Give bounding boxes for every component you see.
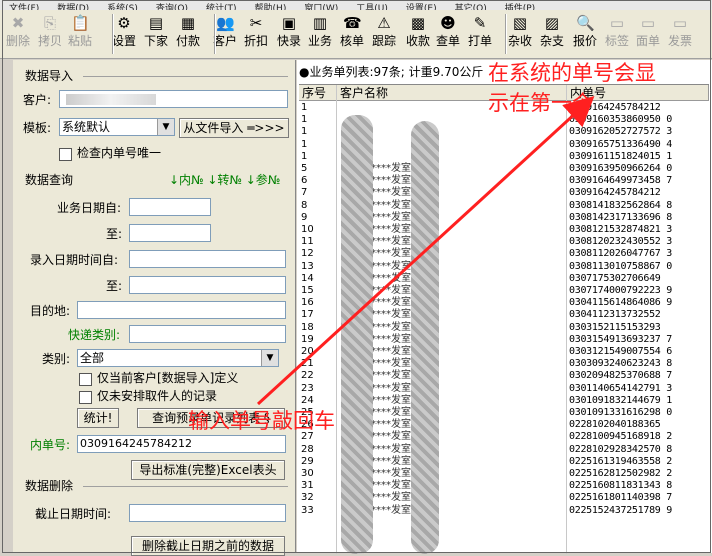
annotation-top: 在系统的单号会显 示在第一个 — [488, 61, 656, 115]
annotation-bottom: 输入单号敲回车 — [188, 409, 335, 433]
